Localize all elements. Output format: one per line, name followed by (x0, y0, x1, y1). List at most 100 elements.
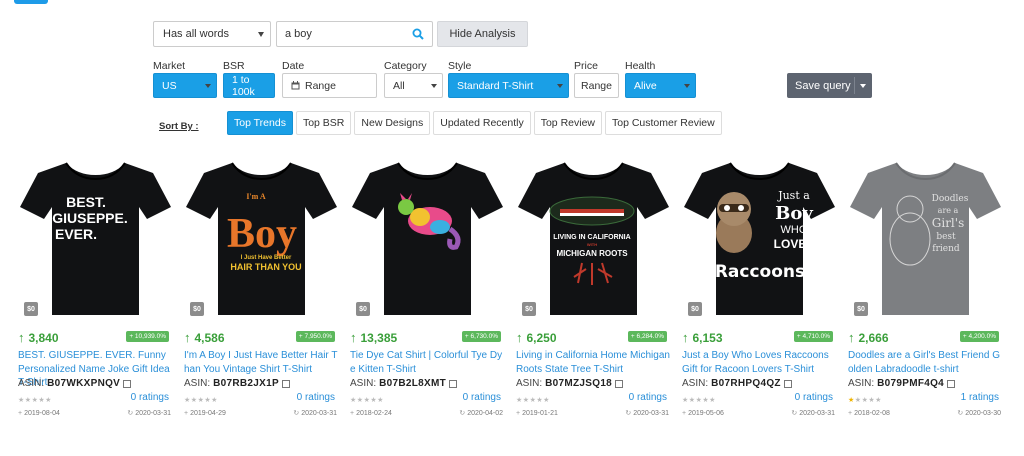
external-link-icon[interactable] (783, 379, 792, 388)
product-title-link[interactable]: Just a Boy Who Loves Raccoons Gift for R… (682, 349, 837, 376)
style-clothing-select[interactable]: Standard T-Shirt (448, 73, 569, 98)
star-rating: ★★★★★ (848, 396, 882, 404)
external-link-icon[interactable] (281, 379, 290, 388)
growth-badge: + 4,200.0% (959, 331, 999, 342)
chevron-down-icon (557, 84, 563, 88)
star-icon: ★ (682, 397, 689, 404)
price-badge: $0 (24, 302, 38, 316)
bsr-range-button[interactable]: 1 to 100k (223, 73, 275, 98)
ratings-link[interactable]: 0 ratings (297, 392, 335, 403)
date-added: +2019-08-04 (18, 409, 60, 417)
growth-badge: + 6,730.0% (461, 331, 501, 342)
chevron-down-icon (205, 84, 211, 88)
category-select[interactable]: All (384, 73, 443, 98)
ratings-link[interactable]: 0 ratings (795, 392, 833, 403)
date-added-value: 2019-08-04 (24, 409, 60, 417)
product-title-link[interactable]: I'm A Boy I Just Have Better Hair Than Y… (184, 349, 339, 376)
date-updated-value: 2020-03-31 (633, 409, 669, 417)
date-updated-value: 2020-03-30 (965, 409, 1001, 417)
asin-label: ASIN: (516, 378, 543, 389)
external-link-icon[interactable] (947, 379, 956, 388)
chevron-down-icon[interactable] (860, 84, 866, 88)
product-card[interactable]: Doodles are a Girl's best friend $0 ↑ 2,666 … (848, 159, 1003, 449)
ratings-link[interactable]: 0 ratings (131, 392, 169, 403)
product-card[interactable]: $0 ↑ 13,385 + 6,730.0% Tie Dye Cat Shirt… (350, 159, 505, 449)
shirt-print-text: BEST. (66, 194, 106, 210)
product-image[interactable]: $0 (350, 159, 505, 319)
product-image[interactable]: I'm A Boy I Just Have Better HAIR THAN YOU … (184, 159, 339, 319)
date-added: +2019-04-29 (184, 409, 226, 417)
dates-row: +2019-01-21 ↻ 2020-03-31 (516, 409, 671, 418)
raccoon-mask-art (719, 204, 749, 212)
save-query-button[interactable]: Save query (787, 73, 872, 98)
external-link-icon[interactable] (615, 379, 624, 388)
shirt-print-text: GIUSEPPE. (52, 210, 127, 226)
dates-row: +2018-02-24 ↻ 2020-04-02 (350, 409, 505, 418)
external-link-icon[interactable] (449, 379, 458, 388)
plus-icon: + (516, 409, 521, 417)
product-image[interactable]: LIVING IN CALIFORNIA WITH MICHIGAN ROOTS $… (516, 159, 671, 319)
date-updated: ↻ 2020-03-30 (957, 409, 1001, 418)
search-input[interactable]: a boy (276, 21, 433, 47)
product-card[interactable]: LIVING IN CALIFORNIA WITH MICHIGAN ROOTS $… (516, 159, 671, 449)
arrow-up-icon: ↑ (848, 330, 855, 345)
product-title-link[interactable]: Doodles are a Girl's Best Friend Golden … (848, 349, 1003, 376)
bsr-value: ↑ 2,666 (848, 330, 889, 345)
star-rating: ★★★★★ (516, 396, 550, 404)
sort-tab-top-review[interactable]: Top Review (533, 111, 602, 135)
date-range-value: Range (305, 79, 336, 92)
plus-icon: + (350, 409, 355, 417)
shirt-print-text: Raccoons (715, 262, 805, 282)
product-card[interactable]: Just a Boy WHO LOVES Raccoons $0 ↑ 6,153 + 4… (682, 159, 837, 449)
sort-tab-top-customer-review[interactable]: Top Customer Review (605, 111, 722, 135)
hide-analysis-button[interactable]: Hide Analysis (437, 21, 528, 47)
star-rating: ★★★★★ (18, 396, 52, 404)
calendar-icon (291, 81, 300, 90)
product-image[interactable]: BEST. GIUSEPPE. EVER. $0 (18, 159, 173, 319)
growth-badge: + 6,284.0% (627, 331, 667, 342)
product-image[interactable]: Just a Boy WHO LOVES Raccoons $0 (682, 159, 837, 319)
external-link-icon[interactable] (123, 379, 132, 388)
ratings-link[interactable]: 0 ratings (629, 392, 667, 403)
plus-icon: + (18, 409, 23, 417)
bsr-number: 13,385 (360, 330, 398, 345)
product-image[interactable]: Doodles are a Girl's best friend $0 (848, 159, 1003, 319)
match-mode-select[interactable]: Has all words (153, 21, 271, 47)
search-icon[interactable] (412, 28, 424, 43)
style-clothing-value: Standard T-Shirt (457, 79, 534, 92)
product-title-link[interactable]: Living in California Home Michigan Roots… (516, 349, 671, 376)
bsr-value: ↑ 13,385 (350, 330, 397, 345)
refresh-icon: ↻ (459, 410, 466, 417)
product-card[interactable]: I'm A Boy I Just Have Better HAIR THAN YOU … (184, 159, 339, 449)
product-card[interactable]: BEST. GIUSEPPE. EVER. $0 ↑ 3,840 + 10,939.… (18, 159, 173, 449)
price-range-input[interactable]: Range (574, 73, 619, 98)
price-badge: $0 (190, 302, 204, 316)
ratings-link[interactable]: 1 ratings (961, 392, 999, 403)
plus-icon: + (848, 409, 853, 417)
sort-tab-top-trends[interactable]: Top Trends (227, 111, 293, 135)
raccoon-eye-art (724, 205, 730, 211)
sort-tab-top-bsr[interactable]: Top BSR (295, 111, 352, 135)
sort-tab-new-designs[interactable]: New Designs (354, 111, 431, 135)
refresh-icon: ↻ (791, 410, 798, 417)
asin-label: ASIN: (350, 378, 377, 389)
product-title-link[interactable]: Tie Dye Cat Shirt | Colorful Tye Dye Kit… (350, 349, 505, 376)
asin-row: ASIN: B07RB2JX1P (184, 378, 290, 389)
date-added-value: 2019-04-29 (190, 409, 226, 417)
growth-badge: + 7,950.0% (295, 331, 335, 342)
market-place-select[interactable]: US (153, 73, 217, 98)
asin-value: B07RHPQ4QZ (711, 378, 781, 389)
date-updated-value: 2020-03-31 (799, 409, 835, 417)
sort-tab-updated-recently[interactable]: Updated Recently (433, 111, 531, 135)
arrow-up-icon: ↑ (184, 330, 191, 345)
dates-row: +2019-05-06 ↻ 2020-03-31 (682, 409, 837, 418)
shirt-print-text: EVER. (55, 226, 97, 242)
shirt-print-text: I Just Have Better (241, 255, 292, 261)
date-range-input[interactable]: Range (282, 73, 377, 98)
date-added-value: 2018-02-24 (356, 409, 392, 417)
ratings-link[interactable]: 0 ratings (463, 392, 501, 403)
health-select[interactable]: Alive (625, 73, 696, 98)
plus-icon: + (682, 409, 687, 417)
bsr-number: 2,666 (858, 330, 889, 345)
asin-value: B07RB2JX1P (213, 378, 279, 389)
